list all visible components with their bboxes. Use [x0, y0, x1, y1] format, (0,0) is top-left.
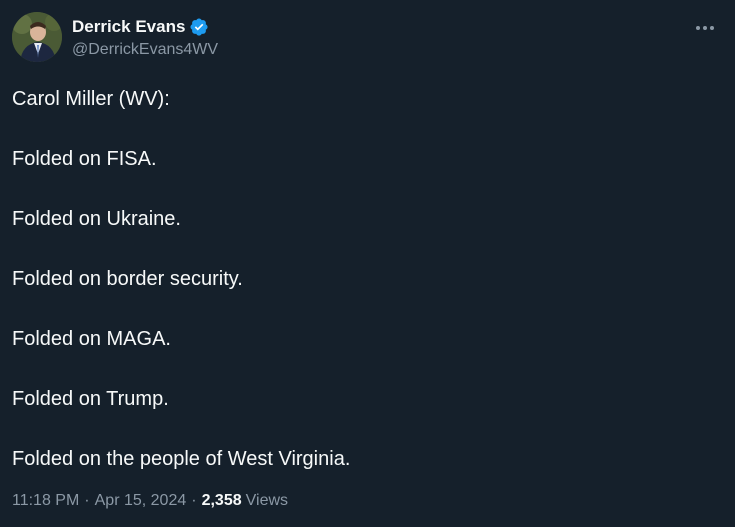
tweet-line: Folded on Ukraine.	[12, 208, 181, 230]
tweet-line: Folded on border security.	[12, 268, 243, 290]
verified-badge-icon[interactable]	[189, 17, 209, 37]
views-label: Views	[245, 492, 289, 509]
tweet-line: Folded on MAGA.	[12, 328, 171, 350]
tweet-metadata: 11:18 PM · Apr 15, 2024 · 2,358 Views	[12, 492, 288, 510]
meta-separator: ·	[191, 492, 197, 509]
author-names: Derrick Evans @DerrickEvans4WV	[72, 15, 218, 59]
tweet-time[interactable]: 11:18 PM	[12, 492, 79, 510]
tweet-date[interactable]: Apr 15, 2024	[95, 492, 187, 510]
author-display-name[interactable]: Derrick Evans	[72, 17, 185, 37]
tweet-header: Derrick Evans @DerrickEvans4WV	[12, 12, 723, 66]
meta-separator: ·	[84, 492, 90, 509]
tweet-card: Derrick Evans @DerrickEvans4WV Carol Mil…	[0, 0, 735, 527]
tweet-line: Folded on Trump.	[12, 388, 169, 410]
author-avatar[interactable]	[12, 12, 62, 62]
tweet-line: Carol Miller (WV):	[12, 88, 170, 110]
more-options-icon	[696, 26, 714, 30]
more-options-button[interactable]	[691, 16, 719, 40]
author-handle[interactable]: @DerrickEvans4WV	[72, 41, 218, 59]
tweet-line: Folded on the people of West Virginia.	[12, 448, 351, 470]
tweet-line: Folded on FISA.	[12, 148, 157, 170]
views-count: 2,358	[201, 492, 242, 509]
name-row: Derrick Evans	[72, 15, 218, 39]
tweet-text: Carol Miller (WV): Folded on FISA. Folde…	[12, 84, 723, 504]
avatar-image	[12, 12, 62, 62]
